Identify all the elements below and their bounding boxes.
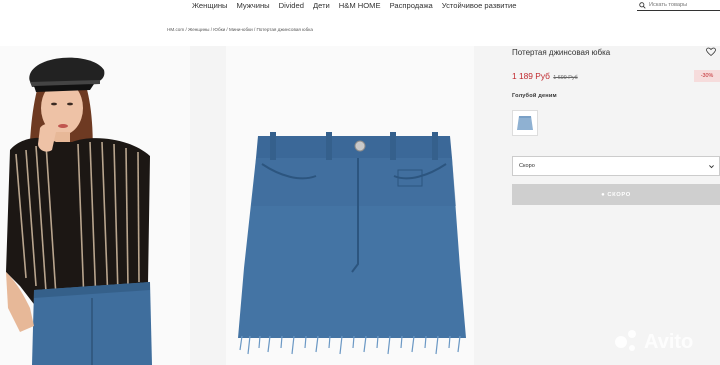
old-price: 1 699 Руб <box>553 75 578 81</box>
model-photo <box>0 46 190 365</box>
size-select[interactable]: Скоро <box>512 156 720 176</box>
nav-divided[interactable]: Divided <box>279 1 304 11</box>
coming-soon-button[interactable]: ● СКОРО <box>512 184 720 205</box>
size-select-value: Скоро <box>519 163 535 169</box>
discount-badge: -30% <box>694 70 720 82</box>
heart-icon[interactable] <box>706 47 716 57</box>
product-info-panel: Потертая джинсовая юбка 1 189 Руб 1 699 … <box>474 46 720 365</box>
skirt-photo <box>226 46 474 365</box>
chevron-down-icon <box>709 165 714 169</box>
breadcrumb[interactable]: HM.com / Женщины / Юбки / Мини-юбки / По… <box>0 27 480 32</box>
product-title: Потертая джинсовая юбка <box>512 48 611 57</box>
nav-men[interactable]: Мужчины <box>236 1 269 11</box>
nav-hm-home[interactable]: H&M HOME <box>339 1 381 11</box>
avito-watermark: Avito <box>615 330 693 353</box>
watermark-text: Avito <box>644 331 693 353</box>
search-icon <box>639 1 646 9</box>
nav-links: Женщины Мужчины Divided Дети H&M HOME Ра… <box>192 1 526 11</box>
search-input[interactable] <box>649 2 719 8</box>
color-swatch[interactable] <box>512 110 538 136</box>
top-navigation: Женщины Мужчины Divided Дети H&M HOME Ра… <box>0 0 720 14</box>
color-label: Голубой деним <box>512 93 557 99</box>
nav-kids[interactable]: Дети <box>313 1 330 11</box>
cta-label: СКОРО <box>607 191 631 198</box>
bag-icon: ● <box>601 191 606 198</box>
nav-sale[interactable]: Распродажа <box>390 1 433 11</box>
product-image-model[interactable] <box>0 46 190 365</box>
nav-women[interactable]: Женщины <box>192 1 227 11</box>
product-price: 1 189 Руб 1 699 Руб <box>512 71 578 81</box>
product-image-skirt[interactable] <box>226 46 474 365</box>
nav-sustainability[interactable]: Устойчивое развитие <box>442 1 517 11</box>
search-box[interactable] <box>637 0 720 11</box>
current-price: 1 189 Руб <box>512 71 550 81</box>
swatch-skirt-thumbnail <box>517 116 533 130</box>
